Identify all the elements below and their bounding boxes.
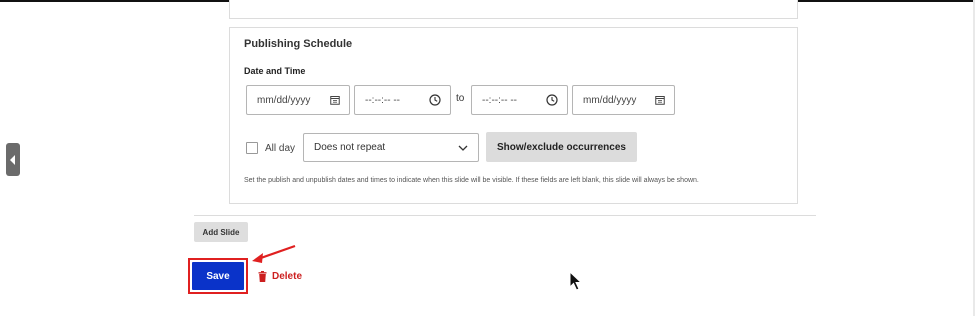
to-label: to <box>456 93 465 104</box>
add-slide-button[interactable]: Add Slide <box>194 222 248 242</box>
schedule-help-text: Set the publish and unpublish dates and … <box>244 177 699 184</box>
previous-section-panel <box>229 0 798 19</box>
end-time-field[interactable]: --:--:-- -- <box>471 85 568 115</box>
end-date-field[interactable]: mm/dd/yyyy <box>572 85 675 115</box>
start-date-field[interactable]: mm/dd/yyyy <box>246 85 350 115</box>
section-divider <box>194 215 816 216</box>
clock-icon[interactable] <box>429 94 441 106</box>
delete-link[interactable]: Delete <box>258 268 302 284</box>
calendar-icon[interactable] <box>655 95 665 105</box>
save-button[interactable]: Save <box>192 262 244 290</box>
repeat-select-value: Does not repeat <box>314 142 386 153</box>
start-time-field[interactable]: --:--:-- -- <box>354 85 451 115</box>
show-exclude-occurrences-button[interactable]: Show/exclude occurrences <box>486 132 637 162</box>
all-day-checkbox[interactable] <box>246 142 258 154</box>
start-date-placeholder: mm/dd/yyyy <box>257 94 311 106</box>
end-date-placeholder: mm/dd/yyyy <box>583 94 637 106</box>
trash-icon <box>258 270 267 282</box>
delete-label: Delete <box>272 270 303 282</box>
publishing-schedule-panel: Publishing Schedule Date and Time mm/dd/… <box>229 27 798 204</box>
panel-title: Publishing Schedule <box>244 38 353 50</box>
calendar-icon[interactable] <box>330 95 340 105</box>
clock-icon[interactable] <box>546 94 558 106</box>
chevron-left-icon <box>10 154 15 165</box>
repeat-select[interactable]: Does not repeat <box>303 133 479 162</box>
sidebar-toggle-button[interactable] <box>6 143 20 176</box>
end-time-placeholder: --:--:-- -- <box>482 94 517 106</box>
all-day-label: All day <box>265 143 296 154</box>
mouse-cursor-icon <box>569 271 583 291</box>
annotation-arrow-icon <box>252 244 296 263</box>
start-time-placeholder: --:--:-- -- <box>365 94 400 106</box>
date-time-label: Date and Time <box>244 66 306 76</box>
chevron-down-icon <box>458 145 468 151</box>
